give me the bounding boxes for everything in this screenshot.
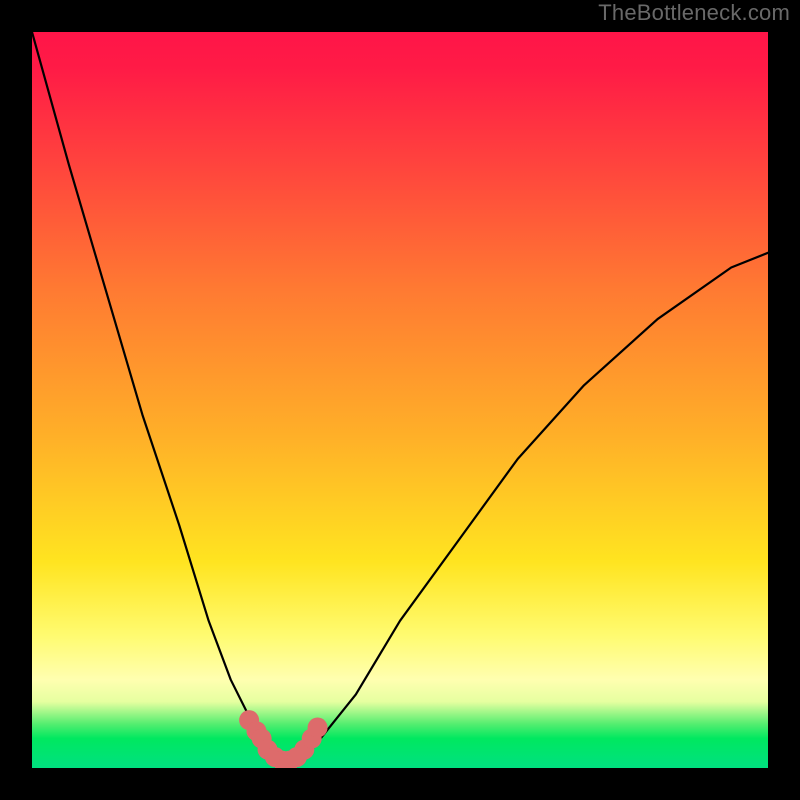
chart-frame: TheBottleneck.com — [0, 0, 800, 800]
bottleneck-curve — [32, 32, 768, 761]
plot-area — [32, 32, 768, 768]
near-minimum-markers — [239, 710, 327, 768]
curve-layer — [32, 32, 768, 768]
watermark-label: TheBottleneck.com — [598, 0, 790, 26]
marker-dot — [308, 718, 328, 738]
